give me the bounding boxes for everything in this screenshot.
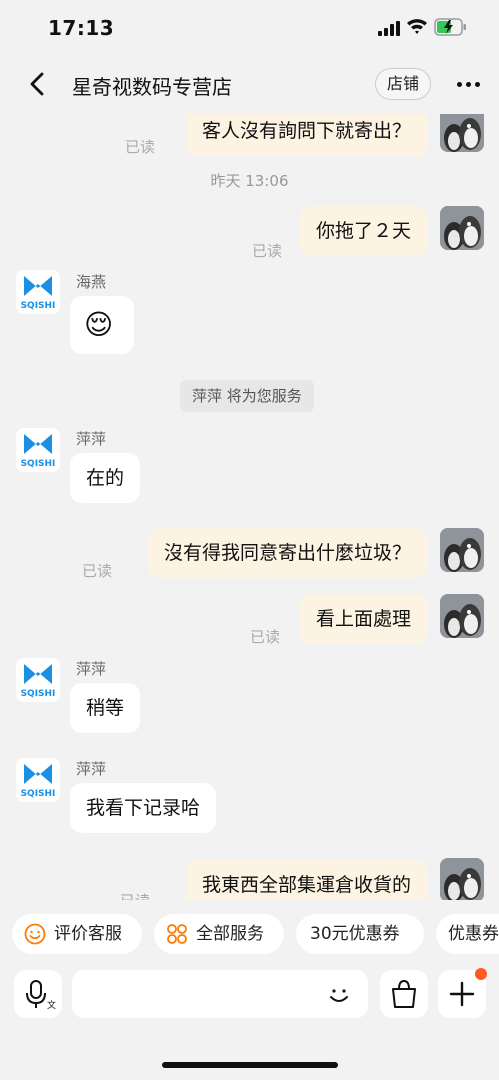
back-arrow-icon[interactable] bbox=[26, 70, 50, 98]
smile-icon bbox=[24, 923, 46, 945]
sender-name: 萍萍 bbox=[76, 430, 107, 448]
incoming-message[interactable]: 稍等 bbox=[70, 683, 141, 733]
message-input[interactable] bbox=[72, 970, 368, 1018]
emoji-icon[interactable] bbox=[326, 982, 352, 1008]
emoji-message[interactable]: 😌 bbox=[70, 296, 134, 354]
battery-charging-icon bbox=[434, 18, 466, 36]
chip-label: 优惠券 bbox=[448, 924, 499, 944]
sender-name: 萍萍 bbox=[76, 660, 107, 678]
user-avatar[interactable] bbox=[440, 114, 484, 152]
sender-name: 萍萍 bbox=[76, 760, 107, 778]
shop-avatar[interactable]: SQISHI bbox=[16, 428, 60, 472]
read-status: 已读 bbox=[120, 890, 150, 900]
notification-dot bbox=[475, 968, 487, 980]
svg-text:SQISHI: SQISHI bbox=[21, 301, 56, 311]
quick-actions-bar: 评价客服 全部服务 30元优惠券 优惠券 bbox=[0, 900, 499, 970]
more-options-icon[interactable] bbox=[455, 82, 483, 88]
input-bar: 文 bbox=[0, 968, 499, 1080]
svg-text:SQISHI: SQISHI bbox=[21, 459, 56, 469]
home-indicator bbox=[162, 1062, 338, 1068]
read-status: 已读 bbox=[125, 138, 156, 156]
cellular-signal-icon bbox=[378, 20, 402, 36]
user-avatar[interactable] bbox=[440, 206, 484, 250]
svg-text:SQISHI: SQISHI bbox=[21, 689, 56, 699]
system-notice: 萍萍 将为您服务 bbox=[180, 380, 314, 412]
shop-avatar[interactable]: SQISHI bbox=[16, 758, 60, 802]
all-services-chip[interactable]: 全部服务 bbox=[154, 914, 284, 954]
incoming-message[interactable]: 我看下记录哈 bbox=[70, 783, 217, 833]
read-status: 已读 bbox=[82, 562, 113, 580]
user-avatar[interactable] bbox=[440, 528, 484, 572]
chip-label: 30元优惠券 bbox=[310, 924, 400, 944]
chip-label: 全部服务 bbox=[196, 924, 264, 944]
svg-text:SQISHI: SQISHI bbox=[21, 789, 56, 799]
outgoing-message[interactable]: 你拖了２天 bbox=[299, 206, 427, 256]
shopping-bag-icon bbox=[392, 979, 416, 1008]
outgoing-message[interactable]: 客人沒有詢問下就寄出？ bbox=[185, 114, 427, 156]
outgoing-message[interactable]: 我東西全部集運倉收貨的 bbox=[185, 860, 427, 900]
status-bar: 17:13 bbox=[0, 0, 499, 54]
svg-text:文: 文 bbox=[47, 999, 56, 1011]
time-divider: 昨天 13:06 bbox=[210, 172, 289, 190]
read-status: 已读 bbox=[252, 242, 283, 260]
store-button[interactable]: 店铺 bbox=[375, 68, 431, 100]
voice-input-button[interactable]: 文 bbox=[14, 970, 62, 1018]
grid-icon bbox=[167, 924, 187, 944]
shop-title: 星奇视数码专营店 bbox=[72, 75, 232, 99]
coupon-chip[interactable]: 优惠券 bbox=[436, 914, 499, 954]
coupon-30-chip[interactable]: 30元优惠券 bbox=[296, 914, 424, 954]
rate-service-chip[interactable]: 评价客服 bbox=[12, 914, 142, 954]
outgoing-message[interactable]: 沒有得我同意寄出什麼垃圾？ bbox=[147, 528, 427, 578]
shopping-bag-button[interactable] bbox=[380, 970, 428, 1018]
user-avatar[interactable] bbox=[440, 858, 484, 900]
status-time: 17:13 bbox=[48, 16, 115, 40]
sender-name: 海燕 bbox=[76, 273, 107, 291]
chip-label: 评价客服 bbox=[54, 924, 122, 944]
microphone-icon: 文 bbox=[26, 980, 56, 1011]
wifi-icon bbox=[407, 19, 427, 34]
nav-bar: 星奇视数码专营店 店铺 bbox=[0, 54, 499, 114]
shop-avatar[interactable]: SQISHI bbox=[16, 270, 60, 314]
shop-avatar[interactable]: SQISHI bbox=[16, 658, 60, 702]
user-avatar[interactable] bbox=[440, 594, 484, 638]
outgoing-message[interactable]: 看上面處理 bbox=[299, 594, 427, 644]
chat-area[interactable]: 已读 客人沒有詢問下就寄出？ 昨天 13:06 已读 你拖了２天 SQISHI … bbox=[0, 114, 499, 900]
read-status: 已读 bbox=[250, 628, 281, 646]
incoming-message[interactable]: 在的 bbox=[70, 453, 141, 503]
